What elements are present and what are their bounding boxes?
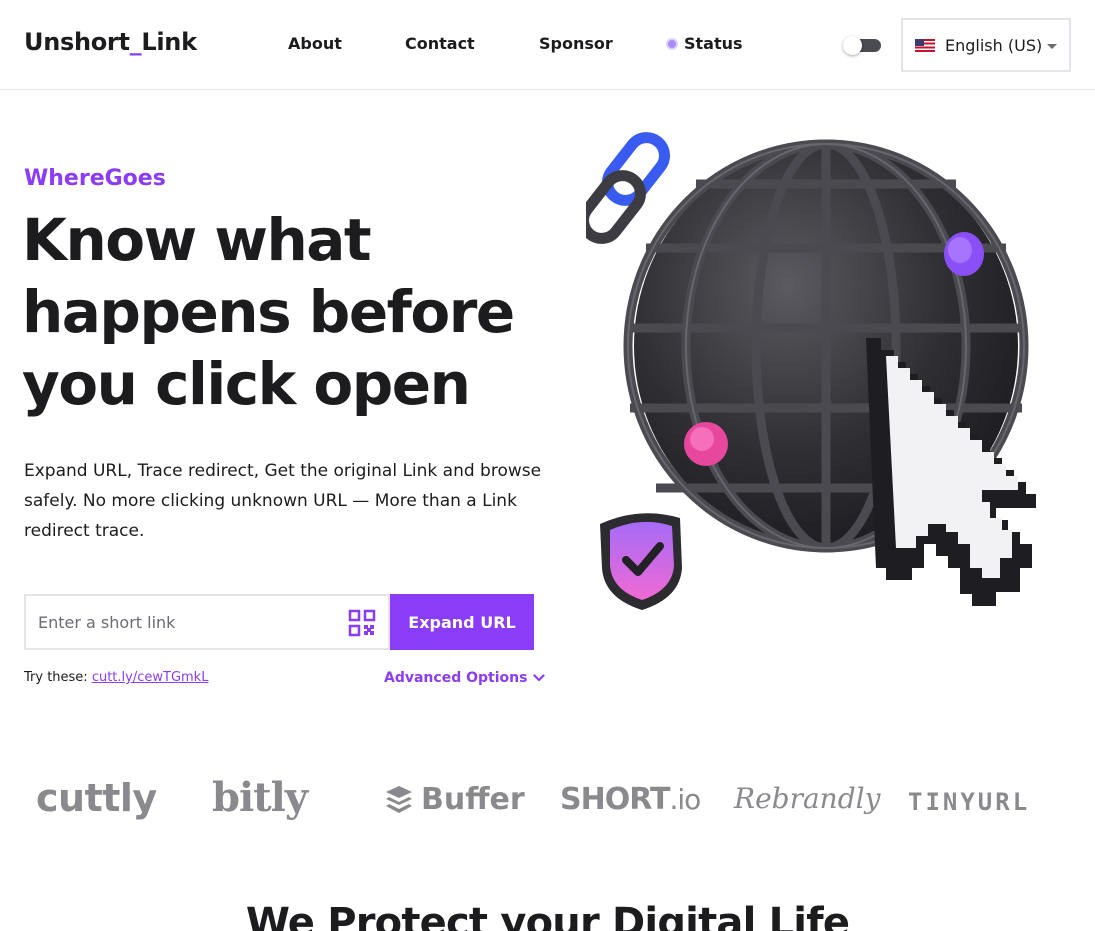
buffer-stack-icon bbox=[386, 785, 412, 813]
brand-bitly-logo: bitly bbox=[212, 774, 308, 821]
qr-code-icon[interactable] bbox=[348, 609, 376, 637]
chevron-down-icon bbox=[533, 674, 546, 682]
theme-toggle-knob bbox=[843, 36, 862, 55]
brand-tinyurl-logo: TINYURL bbox=[908, 788, 1031, 816]
nav-status-label: Status bbox=[684, 34, 743, 53]
status-dot-icon bbox=[666, 37, 678, 50]
headline-line-2: happens before bbox=[22, 278, 515, 346]
buffer-wordmark: Buffer bbox=[421, 782, 525, 817]
brand-short-io-logo: SHORT .io bbox=[560, 782, 701, 817]
short-wordmark: SHORT bbox=[560, 782, 670, 817]
try-these: Try these: cutt.ly/cewTGmkL bbox=[24, 670, 208, 685]
hero-globe-illustration bbox=[586, 132, 1036, 610]
hero-headline: Know what happens before you click open bbox=[22, 204, 582, 420]
language-label: English (US) bbox=[945, 35, 1043, 55]
shield-check-icon bbox=[600, 513, 682, 610]
brand-cuttly-logo: cuttly bbox=[36, 776, 157, 820]
theme-toggle[interactable] bbox=[843, 36, 881, 55]
short-link-input[interactable] bbox=[26, 596, 336, 648]
expand-url-button[interactable]: Expand URL bbox=[390, 594, 534, 650]
section-title: We Protect your Digital Life bbox=[245, 900, 850, 931]
language-select[interactable]: English (US) bbox=[901, 18, 1071, 72]
headline-line-3: you click open bbox=[22, 350, 471, 418]
advanced-options-toggle[interactable]: Advanced Options bbox=[384, 670, 546, 686]
logo-text-right: Link bbox=[141, 28, 197, 56]
nav-contact[interactable]: Contact bbox=[405, 34, 475, 53]
hero-description: Expand URL, Trace redirect, Get the orig… bbox=[24, 461, 542, 541]
nav-status[interactable]: Status bbox=[666, 34, 743, 53]
short-io-suffix: .io bbox=[669, 783, 701, 816]
us-flag-icon bbox=[915, 38, 935, 52]
try-label: Try these: bbox=[24, 670, 88, 685]
nav-sponsor[interactable]: Sponsor bbox=[539, 34, 613, 53]
brand-buffer-logo: Buffer bbox=[385, 782, 525, 817]
short-link-field bbox=[24, 594, 390, 650]
headline-line-1: Know what bbox=[22, 206, 372, 274]
example-link[interactable]: cutt.ly/cewTGmkL bbox=[92, 670, 209, 685]
brand-rebrandly-logo: Rebrandly bbox=[734, 782, 881, 815]
nav-about[interactable]: About bbox=[288, 34, 342, 53]
caret-down-icon bbox=[1047, 44, 1057, 49]
logo-underscore: _ bbox=[129, 28, 142, 56]
hero-eyebrow: WhereGoes bbox=[24, 166, 166, 191]
site-header: Unshort_Link About Contact Sponsor Statu… bbox=[0, 0, 1095, 90]
logo-text-left: Unshort bbox=[24, 28, 130, 56]
site-logo[interactable]: Unshort_Link bbox=[24, 28, 197, 56]
advanced-options-label: Advanced Options bbox=[384, 670, 528, 686]
chain-link-icon bbox=[586, 132, 670, 244]
